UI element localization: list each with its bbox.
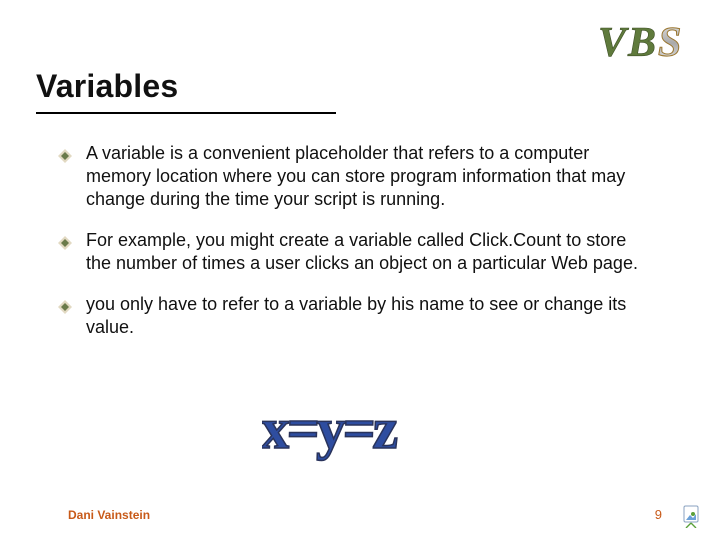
list-item: For example, you might create a variable… [58,229,638,275]
bullet-icon [58,297,72,339]
footer-author: Dani Vainstein [68,508,150,522]
page-title: Variables [36,68,178,105]
svg-text:S: S [658,20,681,66]
bullet-text: A variable is a convenient placeholder t… [86,142,638,211]
equation-icon: x=y=z [262,394,462,464]
list-item: A variable is a convenient placeholder t… [58,142,638,211]
bullet-list: A variable is a convenient placeholder t… [58,142,638,357]
bullet-icon [58,146,72,211]
svg-text:V: V [598,20,629,66]
bullet-text: you only have to refer to a variable by … [86,293,638,339]
slideshow-icon [680,504,702,528]
equation-graphic: x=y=z [262,394,462,464]
list-item: you only have to refer to a variable by … [58,293,638,339]
bullet-text: For example, you might create a variable… [86,229,638,275]
page-number: 9 [655,507,662,522]
title-underline [36,112,336,114]
svg-text:x=y=z: x=y=z [262,396,399,461]
bullet-icon [58,233,72,275]
logo-vbs: V B S [598,16,698,68]
svg-text:B: B [627,20,656,66]
vbs-logo-icon: V B S [598,16,698,68]
